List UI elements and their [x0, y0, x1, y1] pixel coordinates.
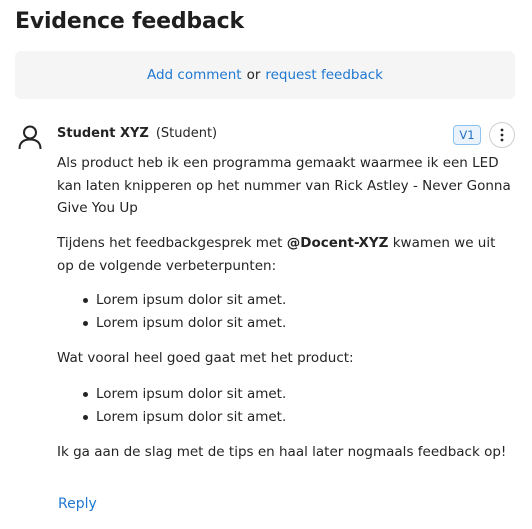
comment-paragraph: Als product heb ik een programma gemaakt… — [57, 155, 511, 216]
version-badge[interactable]: V1 — [453, 125, 481, 145]
comment-paragraph: Ik ga aan de slag met de tips en haal la… — [57, 444, 507, 460]
request-feedback-link[interactable]: request feedback — [265, 67, 383, 83]
more-options-button[interactable] — [489, 122, 515, 148]
person-icon — [17, 124, 43, 150]
improvement-list: Lorem ipsum dolor sit amet. Lorem ipsum … — [81, 289, 286, 335]
page-title: Evidence feedback — [15, 9, 244, 34]
actions-separator: or — [246, 67, 261, 83]
comment-author-role: (Student) — [155, 126, 218, 141]
reply-link[interactable]: Reply — [58, 496, 97, 512]
add-comment-link[interactable]: Add comment — [147, 67, 242, 83]
mention-link[interactable]: @Docent-XYZ — [287, 235, 389, 251]
comment-text: Tijdens het feedbackgesprek met — [57, 235, 287, 251]
comment-actions-panel: Add comment or request feedback — [15, 51, 515, 99]
comment-paragraph: Wat vooral heel goed gaat met het produc… — [57, 350, 354, 366]
list-item: Lorem ipsum dolor sit amet. — [81, 289, 286, 312]
list-item: Lorem ipsum dolor sit amet. — [81, 383, 286, 406]
comment-header: Student XYZ (Student) — [57, 126, 217, 141]
list-item: Lorem ipsum dolor sit amet. — [81, 406, 286, 429]
vertical-ellipsis-icon — [500, 128, 504, 142]
list-item: Lorem ipsum dolor sit amet. — [81, 312, 286, 335]
comment-author: Student XYZ — [57, 126, 149, 141]
comment-paragraph: Tijdens het feedbackgesprek met @Docent-… — [57, 232, 515, 277]
positive-list: Lorem ipsum dolor sit amet. Lorem ipsum … — [81, 383, 286, 429]
